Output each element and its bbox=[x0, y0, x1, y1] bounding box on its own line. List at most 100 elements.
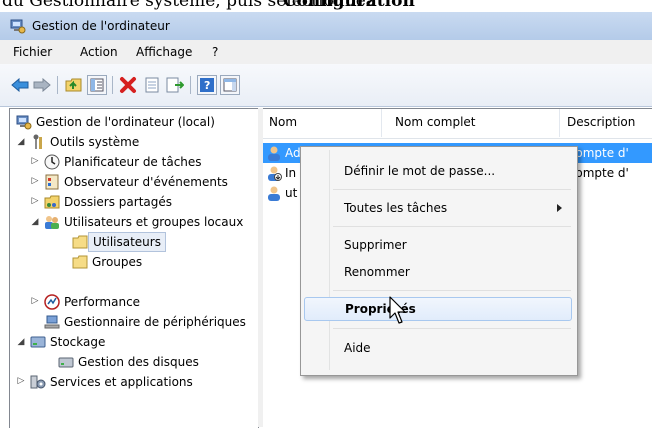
cell-name: In bbox=[285, 166, 297, 180]
show-hide-icon[interactable] bbox=[220, 75, 240, 95]
context-menu: Définir le mot de passe... Toutes les tâ… bbox=[300, 146, 578, 376]
console-tree: Gestion de l'ordinateur (local) ◢ Outils… bbox=[9, 108, 259, 428]
users-icon bbox=[45, 216, 59, 229]
console-tree-icon[interactable] bbox=[87, 75, 107, 95]
tree-item-task-scheduler[interactable]: Planificateur de tâches bbox=[44, 152, 202, 172]
menu-action[interactable]: Action bbox=[80, 45, 118, 59]
expand-arrow-icon[interactable]: ▷ bbox=[30, 296, 40, 306]
export-icon[interactable] bbox=[165, 75, 185, 95]
menu-help[interactable]: ? bbox=[212, 45, 218, 59]
system-tools-icon bbox=[33, 134, 42, 149]
fragment-text-right: Configuration bbox=[283, 0, 415, 11]
toolbar-separator bbox=[57, 76, 58, 94]
user-icon bbox=[268, 186, 280, 201]
tree-item-label: Stockage bbox=[50, 335, 106, 349]
menu-separator bbox=[333, 189, 571, 190]
help-icon[interactable]: ? bbox=[197, 75, 217, 95]
menu-item-all-tasks[interactable]: Toutes les tâches bbox=[304, 196, 572, 220]
tree-item-label: Utilisateurs et groupes locaux bbox=[64, 215, 244, 229]
clock-icon bbox=[44, 154, 60, 170]
menu-item-set-password[interactable]: Définir le mot de passe... bbox=[304, 159, 572, 183]
menu-bar: Fichier Action Affichage ? bbox=[0, 40, 652, 65]
submenu-arrow-icon bbox=[557, 204, 562, 212]
expand-arrow-icon[interactable]: ▷ bbox=[16, 376, 26, 386]
menu-separator bbox=[333, 290, 571, 291]
menu-item-delete[interactable]: Supprimer bbox=[304, 233, 572, 257]
tree-item-label: Gestion de l'ordinateur (local) bbox=[36, 115, 215, 129]
tree-item-local-users-groups[interactable]: Utilisateurs et groupes locaux bbox=[44, 212, 243, 232]
tree-item-device-manager[interactable]: Gestionnaire de périphériques bbox=[44, 312, 246, 332]
header-divider bbox=[263, 138, 652, 139]
menu-separator bbox=[333, 328, 571, 329]
storage-icon bbox=[30, 336, 46, 348]
tree-item-groups[interactable]: Groupes bbox=[72, 252, 142, 272]
expand-arrow-icon[interactable]: ▷ bbox=[30, 176, 40, 186]
menu-item-rename[interactable]: Renommer bbox=[304, 260, 572, 284]
computer-management-icon bbox=[10, 19, 26, 34]
tree-item-users[interactable]: Utilisateurs bbox=[72, 232, 166, 252]
column-divider[interactable] bbox=[381, 109, 382, 137]
device-manager-icon bbox=[44, 315, 60, 329]
tree-item-disk-management[interactable]: Gestion des disques bbox=[58, 352, 199, 372]
tree-item-label: Dossiers partagés bbox=[64, 195, 173, 209]
tree-item-label: Gestion des disques bbox=[78, 355, 199, 369]
menu-item-properties[interactable]: Propriétés bbox=[304, 297, 572, 321]
tree-item-label: Groupes bbox=[92, 255, 143, 269]
column-header-full-name[interactable]: Nom complet bbox=[395, 115, 476, 129]
user-icon bbox=[268, 146, 280, 161]
forward-icon[interactable] bbox=[32, 75, 52, 95]
expand-arrow-icon[interactable]: ▷ bbox=[30, 196, 40, 206]
collapse-arrow-icon[interactable]: ◢ bbox=[30, 217, 40, 227]
tree-item-label: Gestionnaire de périphériques bbox=[64, 315, 246, 329]
tree-item-label: Observateur d'événements bbox=[64, 175, 228, 189]
menu-item-label: Supprimer bbox=[344, 238, 407, 252]
column-divider[interactable] bbox=[559, 109, 560, 137]
toolbar-separator bbox=[190, 76, 191, 94]
delete-icon[interactable] bbox=[118, 75, 138, 95]
event-viewer-icon bbox=[45, 174, 59, 190]
folder-icon bbox=[72, 255, 88, 269]
menu-item-label: Définir le mot de passe... bbox=[344, 164, 496, 178]
back-icon[interactable] bbox=[10, 75, 30, 95]
tree-item-label: Planificateur de tâches bbox=[64, 155, 202, 169]
shared-folder-icon bbox=[44, 195, 60, 209]
tree-item-system-tools[interactable]: Outils système bbox=[30, 132, 139, 152]
menu-item-label: Toutes les tâches bbox=[344, 201, 448, 215]
properties-icon[interactable] bbox=[142, 75, 162, 95]
tree-item-performance[interactable]: Performance bbox=[44, 292, 140, 312]
user-disabled-icon bbox=[268, 166, 282, 181]
menu-item-label: Aide bbox=[344, 341, 371, 355]
performance-icon bbox=[44, 294, 60, 310]
tree-item-event-viewer[interactable]: Observateur d'événements bbox=[44, 172, 228, 192]
tree-item-shared-folders[interactable]: Dossiers partagés bbox=[44, 192, 172, 212]
collapse-arrow-icon[interactable]: ◢ bbox=[16, 137, 26, 147]
page-text-fragment: du Gestionnaire système, puis sélectionn… bbox=[0, 0, 652, 12]
menu-fichier[interactable]: Fichier bbox=[13, 45, 52, 59]
tree-item-computer-management[interactable]: Gestion de l'ordinateur (local) bbox=[16, 112, 215, 132]
folder-icon bbox=[72, 235, 88, 249]
up-folder-icon[interactable] bbox=[64, 75, 84, 95]
computer-management-icon bbox=[16, 115, 32, 130]
disk-icon bbox=[58, 357, 74, 368]
cell-name: ut bbox=[285, 186, 298, 200]
collapse-arrow-icon[interactable]: ◢ bbox=[16, 337, 26, 347]
tree-item-label: Utilisateurs bbox=[88, 232, 166, 252]
menu-affichage[interactable]: Affichage bbox=[136, 45, 192, 59]
tree-item-services-applications[interactable]: Services et applications bbox=[30, 372, 193, 392]
menu-item-help[interactable]: Aide bbox=[304, 336, 572, 360]
menu-item-label: Renommer bbox=[344, 265, 410, 279]
svg-text:?: ? bbox=[204, 79, 210, 92]
tree-item-label: Outils système bbox=[50, 135, 140, 149]
window-title: Gestion de l'ordinateur bbox=[32, 19, 170, 33]
toolbar: ? bbox=[0, 64, 652, 107]
expand-arrow-icon[interactable]: ▷ bbox=[30, 156, 40, 166]
tree-item-storage[interactable]: Stockage bbox=[30, 332, 105, 352]
tree-item-label: Services et applications bbox=[50, 375, 193, 389]
toolbar-separator bbox=[112, 76, 113, 94]
tree-item-label: Performance bbox=[64, 295, 141, 309]
services-icon bbox=[30, 375, 46, 389]
column-header-description[interactable]: Description bbox=[567, 115, 635, 129]
menu-separator bbox=[333, 226, 571, 227]
window-title-bar: Gestion de l'ordinateur bbox=[0, 12, 652, 40]
column-header-name[interactable]: Nom bbox=[269, 115, 297, 129]
